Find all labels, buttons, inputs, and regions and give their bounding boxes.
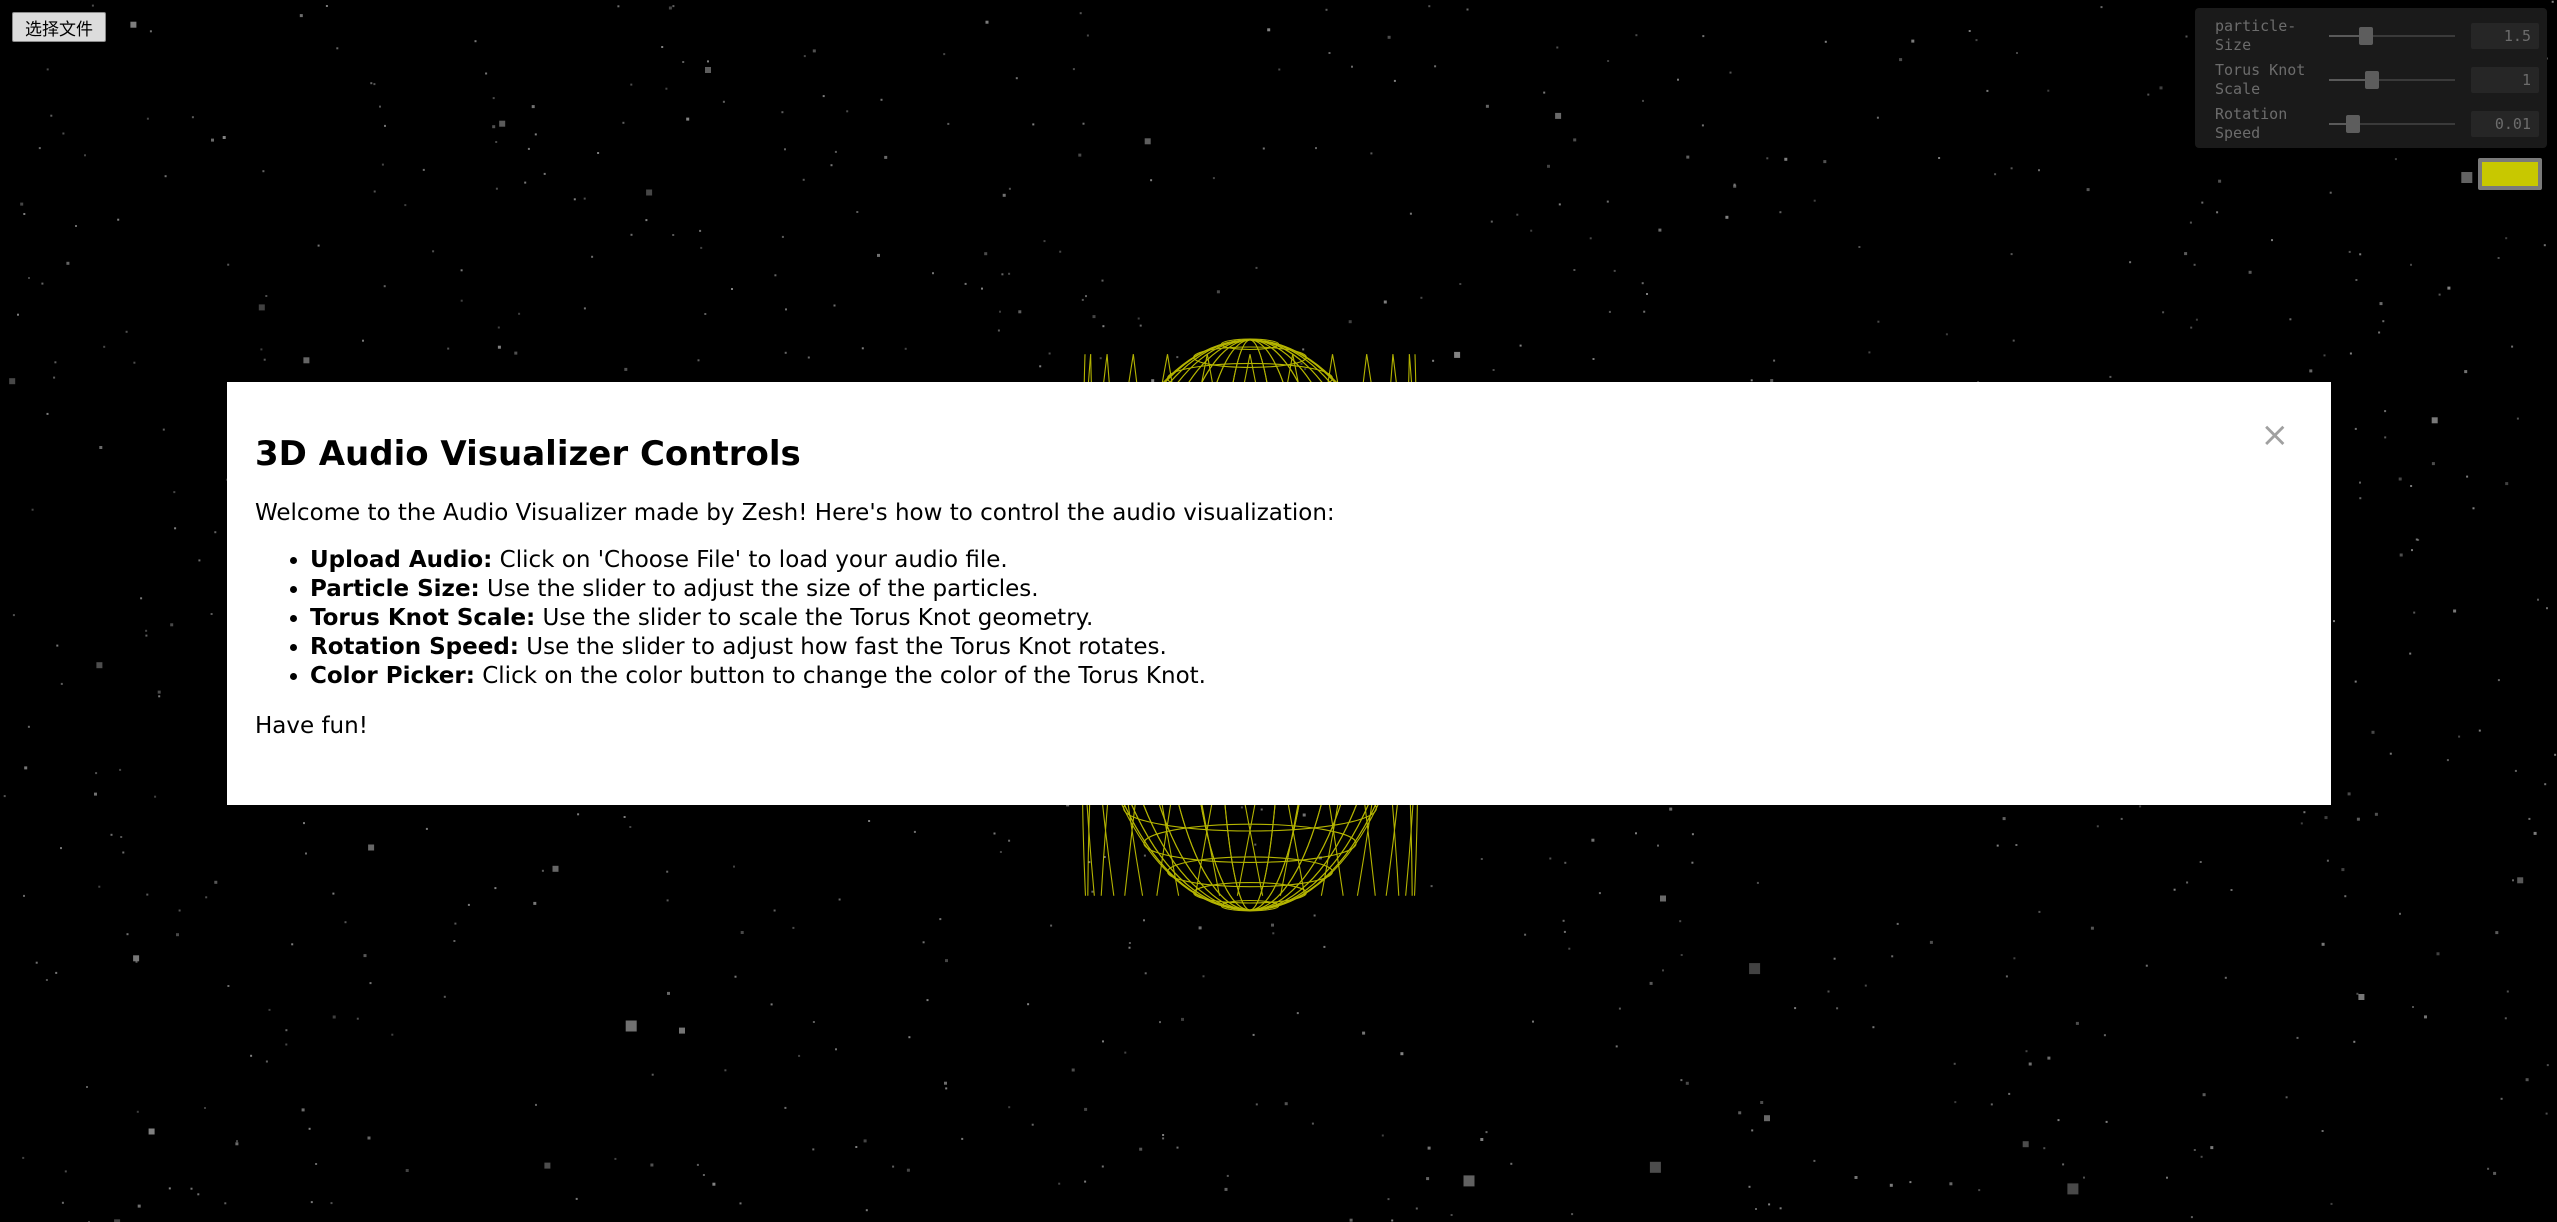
particle-size-label: particle- Size [2215,17,2297,54]
list-item: Color Picker: Click on the color button … [310,662,2303,691]
rotation-speed-slider[interactable] [2329,114,2455,134]
torus-knot-scale-label: Torus Knot Scale [2215,61,2306,98]
modal-title: 3D Audio Visualizer Controls [255,434,801,474]
slider-thumb[interactable] [2358,27,2373,45]
slider-thumb[interactable] [2365,71,2380,89]
item-term: Rotation Speed: [310,634,519,660]
rotation-speed-control: Rotation Speed 0.01 [2203,102,2539,146]
item-desc: Use the slider to scale the Torus Knot g… [535,605,1094,631]
torus-knot-scale-value[interactable]: 1 [2470,67,2539,93]
item-term: Particle Size: [310,576,480,602]
item-desc: Use the slider to adjust how fast the To… [518,634,1167,660]
item-term: Torus Knot Scale: [310,605,536,631]
close-icon[interactable]: × [2261,418,2290,452]
list-item: Particle Size: Use the slider to adjust … [310,575,2303,604]
item-desc: Click on 'Choose File' to load your audi… [492,547,1008,573]
instructions-list: Upload Audio: Click on 'Choose File' to … [255,546,2303,691]
controls-panel: particle- Size 1.5 Torus Knot Scale 1 Ro… [2195,8,2547,148]
list-item: Rotation Speed: Use the slider to adjust… [310,633,2303,662]
modal-intro: Welcome to the Audio Visualizer made by … [255,500,1335,526]
list-item: Torus Knot Scale: Use the slider to scal… [310,604,2303,633]
item-term: Color Picker: [310,663,475,689]
slider-thumb[interactable] [2345,115,2360,133]
item-term: Upload Audio: [310,547,493,573]
particle-size-value[interactable]: 1.5 [2470,23,2539,49]
particle-size-slider[interactable] [2329,26,2455,46]
torus-knot-scale-control: Torus Knot Scale 1 [2203,58,2539,102]
rotation-speed-label: Rotation Speed [2215,105,2288,142]
torus-knot-scale-slider[interactable] [2329,70,2455,90]
choose-file-button[interactable]: 选择文件 [12,12,106,42]
list-item: Upload Audio: Click on 'Choose File' to … [310,546,2303,575]
rotation-speed-value[interactable]: 0.01 [2470,111,2539,137]
color-picker-button[interactable] [2478,158,2542,190]
modal-outro: Have fun! [255,713,368,739]
item-desc: Use the slider to adjust the size of the… [479,576,1039,602]
instructions-modal: × 3D Audio Visualizer Controls Welcome t… [227,382,2331,805]
particle-size-control: particle- Size 1.5 [2203,14,2539,58]
item-desc: Click on the color button to change the … [474,663,1206,689]
